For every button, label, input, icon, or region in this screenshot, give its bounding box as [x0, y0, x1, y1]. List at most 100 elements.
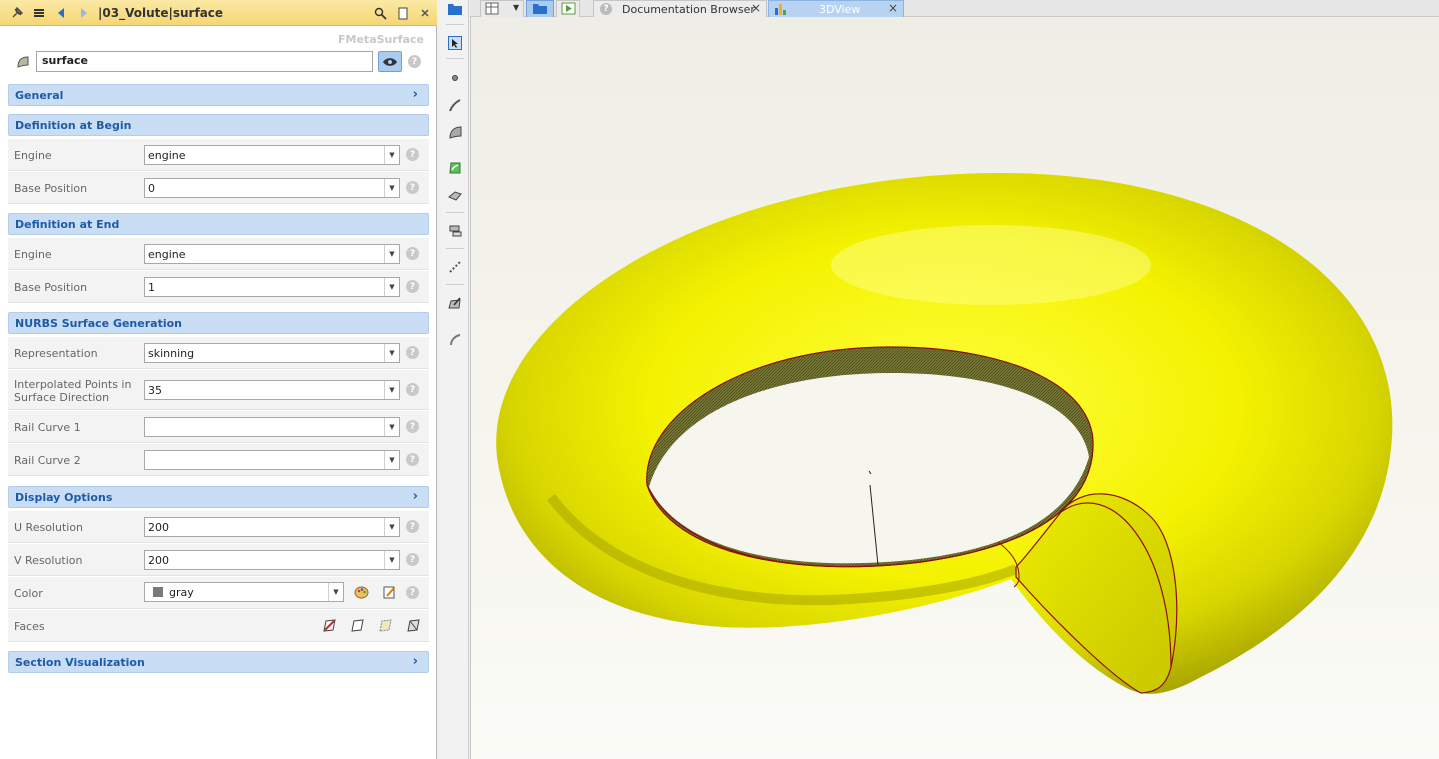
- 3d-viewport[interactable]: [470, 17, 1439, 759]
- copy-icon[interactable]: [395, 5, 411, 21]
- tool-strip: [441, 0, 469, 759]
- rail-curve-2-select[interactable]: ▼: [144, 450, 400, 470]
- dropdown-arrow-icon[interactable]: ▼: [384, 381, 399, 399]
- surface-tool-icon[interactable]: [447, 124, 463, 140]
- help-icon[interactable]: ?: [406, 553, 419, 566]
- u-resolution-select[interactable]: 200 ▼: [144, 517, 400, 537]
- v-resolution-select[interactable]: 200 ▼: [144, 550, 400, 570]
- help-icon[interactable]: ?: [406, 520, 419, 533]
- interpolated-points-select[interactable]: 35 ▼: [144, 380, 400, 400]
- interpolated-points-label-2: Surface Direction: [14, 391, 110, 404]
- begin-base-position-select[interactable]: 0 ▼: [144, 178, 400, 198]
- help-icon[interactable]: ?: [406, 586, 419, 599]
- dropdown-arrow-icon[interactable]: ▼: [384, 245, 399, 263]
- faces-shaded-icon[interactable]: [322, 618, 337, 636]
- tab-documentation-browser[interactable]: ? Documentation Browser ×: [593, 0, 767, 17]
- menu-icon[interactable]: [31, 5, 47, 21]
- faces-label: Faces: [14, 620, 45, 633]
- color-label: Color: [14, 587, 43, 600]
- curve-icon[interactable]: [447, 97, 463, 113]
- select-icon[interactable]: [447, 35, 463, 51]
- close-icon[interactable]: ×: [751, 1, 761, 15]
- object-name-input[interactable]: surface: [36, 51, 373, 72]
- faces-points-icon[interactable]: [378, 618, 393, 636]
- folder-tab-button[interactable]: [526, 0, 554, 17]
- run-button[interactable]: [556, 0, 580, 17]
- arc-icon[interactable]: [447, 331, 463, 347]
- chevron-down-icon: ▼: [513, 3, 520, 12]
- section-definition-end-label: Definition at End: [15, 218, 120, 231]
- rail-curve-1-row: Rail Curve 1 ▼ ?: [8, 411, 429, 443]
- point-icon[interactable]: [447, 70, 463, 86]
- pin-icon[interactable]: [9, 5, 25, 21]
- end-base-position-select[interactable]: 1 ▼: [144, 277, 400, 297]
- color-row: Color gray ▼ ?: [8, 577, 429, 609]
- section-definition-begin[interactable]: Definition at Begin: [8, 114, 429, 136]
- edit-color-icon[interactable]: [382, 585, 397, 603]
- section-nurbs-label: NURBS Surface Generation: [15, 317, 182, 330]
- v-resolution-value: 200: [148, 554, 169, 567]
- interpolated-points-row: Interpolated Points in Surface Direction…: [8, 370, 429, 410]
- dropdown-arrow-icon[interactable]: ▼: [384, 551, 399, 569]
- search-icon[interactable]: [372, 5, 388, 21]
- app-root: |03_Volute|surface FMetaSurface surface …: [0, 0, 1439, 759]
- dropdown-arrow-icon[interactable]: ▼: [384, 518, 399, 536]
- end-base-position-value: 1: [148, 281, 155, 294]
- begin-engine-value: engine: [148, 149, 186, 162]
- section-nurbs[interactable]: NURBS Surface Generation: [8, 312, 429, 334]
- chevron-right-icon: ›: [412, 489, 418, 504]
- help-icon[interactable]: ?: [406, 247, 419, 260]
- solid-icon[interactable]: [447, 187, 463, 203]
- dropdown-arrow-icon[interactable]: ▼: [384, 146, 399, 164]
- palette-icon[interactable]: [354, 585, 369, 603]
- begin-engine-select[interactable]: engine ▼: [144, 145, 400, 165]
- rail-curve-1-select[interactable]: ▼: [144, 417, 400, 437]
- color-select[interactable]: gray ▼: [144, 582, 344, 602]
- help-icon[interactable]: ?: [406, 148, 419, 161]
- help-icon[interactable]: ?: [406, 280, 419, 293]
- eye-icon: [383, 57, 397, 66]
- begin-engine-row: Engine engine ▼ ?: [8, 139, 429, 171]
- forward-icon[interactable]: [76, 5, 92, 21]
- faces-outline-icon[interactable]: [350, 618, 365, 636]
- dotted-line-icon[interactable]: [447, 259, 463, 275]
- dropdown-arrow-icon[interactable]: ▼: [384, 179, 399, 197]
- dropdown-arrow-icon[interactable]: ▼: [384, 451, 399, 469]
- dropdown-arrow-icon[interactable]: ▼: [384, 418, 399, 436]
- help-icon[interactable]: ?: [406, 181, 419, 194]
- end-engine-row: Engine engine ▼ ?: [8, 238, 429, 270]
- surface-green-icon[interactable]: [447, 160, 463, 176]
- layout-dropdown[interactable]: ▼: [480, 0, 524, 17]
- dropdown-arrow-icon[interactable]: ▼: [384, 344, 399, 362]
- close-icon[interactable]: [417, 5, 433, 21]
- help-icon[interactable]: ?: [406, 346, 419, 359]
- end-engine-select[interactable]: engine ▼: [144, 244, 400, 264]
- end-base-position-row: Base Position 1 ▼ ?: [8, 271, 429, 303]
- begin-base-position-row: Base Position 0 ▼ ?: [8, 172, 429, 204]
- section-display-options[interactable]: Display Options ›: [8, 486, 429, 508]
- faces-wireframe-icon[interactable]: [406, 618, 421, 636]
- representation-label: Representation: [14, 347, 98, 360]
- close-icon[interactable]: ×: [888, 1, 898, 15]
- dropdown-arrow-icon[interactable]: ▼: [328, 583, 343, 601]
- section-visualization[interactable]: Section Visualization ›: [8, 651, 429, 673]
- visibility-toggle-button[interactable]: [378, 51, 402, 72]
- section-definition-end[interactable]: Definition at End: [8, 213, 429, 235]
- help-icon[interactable]: ?: [406, 383, 419, 396]
- help-icon[interactable]: ?: [408, 55, 421, 68]
- edit-surface-icon[interactable]: [447, 295, 463, 311]
- dropdown-arrow-icon[interactable]: ▼: [384, 278, 399, 296]
- section-definition-begin-label: Definition at Begin: [15, 119, 132, 132]
- help-icon[interactable]: ?: [406, 420, 419, 433]
- help-icon[interactable]: ?: [406, 453, 419, 466]
- feature-icon[interactable]: [447, 223, 463, 239]
- interpolated-points-value: 35: [148, 384, 162, 397]
- back-icon[interactable]: [53, 5, 69, 21]
- u-resolution-label: U Resolution: [14, 521, 84, 534]
- representation-value: skinning: [148, 347, 195, 360]
- representation-select[interactable]: skinning ▼: [144, 343, 400, 363]
- tab-3dview[interactable]: 3DView ×: [768, 0, 904, 17]
- chevron-right-icon: ›: [412, 654, 418, 669]
- folder-icon[interactable]: [447, 1, 463, 17]
- section-general[interactable]: General ›: [8, 84, 429, 106]
